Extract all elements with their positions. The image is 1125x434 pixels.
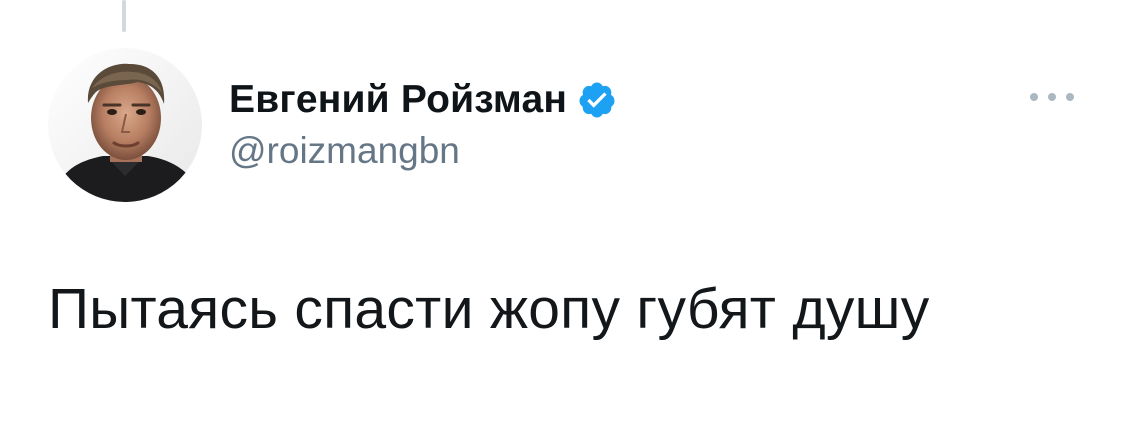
tweet-header: Евгений Ройзман @roizmangbn: [229, 74, 617, 172]
author-display-name[interactable]: Евгений Ройзман: [229, 78, 567, 122]
name-row: Евгений Ройзман: [229, 74, 617, 126]
tweet-text: Пытаясь спасти жопу губят душу: [48, 277, 930, 341]
avatar[interactable]: [48, 48, 202, 202]
avatar-photo: [48, 48, 202, 202]
dot-icon: [1048, 93, 1056, 101]
more-dots-icon[interactable]: [1030, 90, 1074, 104]
author-handle[interactable]: @roizmangbn: [229, 130, 617, 172]
dot-icon: [1030, 93, 1038, 101]
thread-connector-line: [122, 0, 126, 32]
verified-badge-icon: [577, 80, 617, 120]
dot-icon: [1066, 93, 1074, 101]
